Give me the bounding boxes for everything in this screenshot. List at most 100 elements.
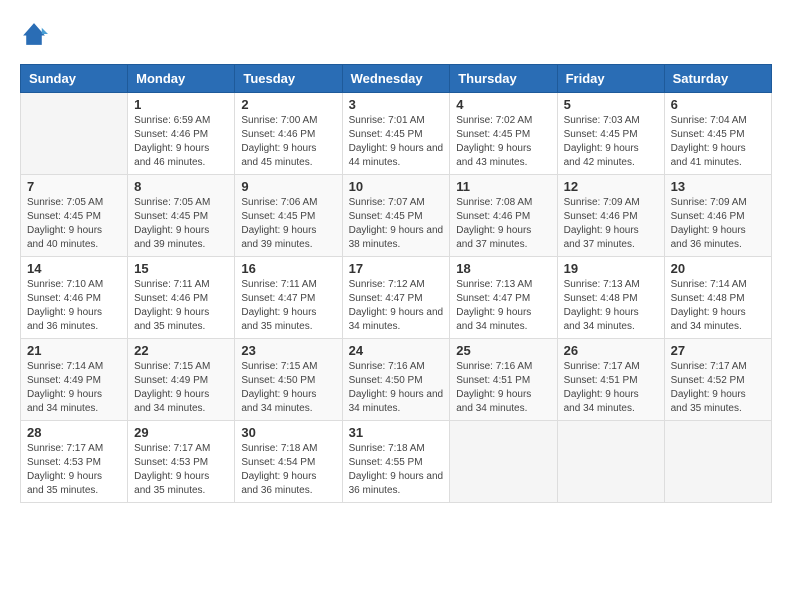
day-info: Sunrise: 7:10 AMSunset: 4:46 PMDaylight:… [27, 278, 121, 334]
day-number: 18 [456, 261, 550, 276]
calendar-week-row: 14 Sunrise: 7:10 AMSunset: 4:46 PMDayligh… [21, 257, 772, 339]
day-number: 21 [27, 343, 121, 358]
calendar-cell: 19 Sunrise: 7:13 AMSunset: 4:48 PMDayligh… [557, 257, 664, 339]
day-header-thursday: Thursday [450, 65, 557, 93]
calendar-cell: 20 Sunrise: 7:14 AMSunset: 4:48 PMDayligh… [664, 257, 771, 339]
day-info: Sunrise: 7:18 AMSunset: 4:54 PMDaylight:… [241, 442, 335, 498]
day-info: Sunrise: 7:05 AMSunset: 4:45 PMDaylight:… [27, 196, 121, 252]
day-number: 23 [241, 343, 335, 358]
day-number: 8 [134, 179, 228, 194]
calendar-cell: 17Sunrise: 7:12 AMSunset: 4:47 PMDayligh… [342, 257, 450, 339]
day-number: 11 [456, 179, 550, 194]
calendar-cell: 3Sunrise: 7:01 AMSunset: 4:45 PMDaylight… [342, 93, 450, 175]
day-number: 27 [671, 343, 765, 358]
day-number: 29 [134, 425, 228, 440]
logo [20, 20, 52, 48]
day-info: Sunrise: 7:01 AMSunset: 4:45 PMDaylight:… [349, 114, 444, 170]
day-info: Sunrise: 7:16 AMSunset: 4:50 PMDaylight:… [349, 360, 444, 416]
calendar-cell [557, 421, 664, 503]
day-info: Sunrise: 7:11 AMSunset: 4:46 PMDaylight:… [134, 278, 228, 334]
day-info: Sunrise: 7:09 AMSunset: 4:46 PMDaylight:… [564, 196, 658, 252]
day-info: Sunrise: 7:03 AMSunset: 4:45 PMDaylight:… [564, 114, 658, 170]
day-number: 28 [27, 425, 121, 440]
day-number: 6 [671, 97, 765, 112]
day-info: Sunrise: 7:15 AMSunset: 4:50 PMDaylight:… [241, 360, 335, 416]
day-info: Sunrise: 7:17 AMSunset: 4:52 PMDaylight:… [671, 360, 765, 416]
day-header-tuesday: Tuesday [235, 65, 342, 93]
calendar-cell: 4 Sunrise: 7:02 AMSunset: 4:45 PMDaylight… [450, 93, 557, 175]
calendar-cell: 7 Sunrise: 7:05 AMSunset: 4:45 PMDaylight… [21, 175, 128, 257]
calendar-cell: 8 Sunrise: 7:05 AMSunset: 4:45 PMDaylight… [128, 175, 235, 257]
day-header-sunday: Sunday [21, 65, 128, 93]
day-number: 25 [456, 343, 550, 358]
calendar-cell: 21Sunrise: 7:14 AMSunset: 4:49 PMDayligh… [21, 339, 128, 421]
day-info: Sunrise: 7:08 AMSunset: 4:46 PMDaylight:… [456, 196, 550, 252]
day-info: Sunrise: 7:15 AMSunset: 4:49 PMDaylight:… [134, 360, 228, 416]
day-number: 19 [564, 261, 658, 276]
day-info: Sunrise: 7:09 AMSunset: 4:46 PMDaylight:… [671, 196, 765, 252]
calendar-table: SundayMondayTuesdayWednesdayThursdayFrid… [20, 64, 772, 503]
day-number: 16 [241, 261, 335, 276]
day-info: Sunrise: 7:00 AMSunset: 4:46 PMDaylight:… [241, 114, 335, 170]
calendar-cell: 30 Sunrise: 7:18 AMSunset: 4:54 PMDayligh… [235, 421, 342, 503]
day-number: 22 [134, 343, 228, 358]
calendar-cell: 9 Sunrise: 7:06 AMSunset: 4:45 PMDaylight… [235, 175, 342, 257]
calendar-week-row: 28 Sunrise: 7:17 AMSunset: 4:53 PMDayligh… [21, 421, 772, 503]
day-number: 20 [671, 261, 765, 276]
calendar-cell: 6 Sunrise: 7:04 AMSunset: 4:45 PMDaylight… [664, 93, 771, 175]
calendar-cell [450, 421, 557, 503]
calendar-cell: 10Sunrise: 7:07 AMSunset: 4:45 PMDayligh… [342, 175, 450, 257]
calendar-cell: 13Sunrise: 7:09 AMSunset: 4:46 PMDayligh… [664, 175, 771, 257]
day-info: Sunrise: 7:17 AMSunset: 4:53 PMDaylight:… [134, 442, 228, 498]
day-number: 4 [456, 97, 550, 112]
calendar-cell: 15Sunrise: 7:11 AMSunset: 4:46 PMDayligh… [128, 257, 235, 339]
calendar-cell: 5 Sunrise: 7:03 AMSunset: 4:45 PMDaylight… [557, 93, 664, 175]
day-header-wednesday: Wednesday [342, 65, 450, 93]
day-info: Sunrise: 7:18 AMSunset: 4:55 PMDaylight:… [349, 442, 444, 498]
calendar-cell: 1 Sunrise: 6:59 AMSunset: 4:46 PMDaylight… [128, 93, 235, 175]
calendar-cell: 28 Sunrise: 7:17 AMSunset: 4:53 PMDayligh… [21, 421, 128, 503]
calendar-cell: 12 Sunrise: 7:09 AMSunset: 4:46 PMDayligh… [557, 175, 664, 257]
day-number: 14 [27, 261, 121, 276]
calendar-week-row: 7 Sunrise: 7:05 AMSunset: 4:45 PMDaylight… [21, 175, 772, 257]
calendar-header-row: SundayMondayTuesdayWednesdayThursdayFrid… [21, 65, 772, 93]
logo-icon [20, 20, 48, 48]
calendar-cell: 22 Sunrise: 7:15 AMSunset: 4:49 PMDayligh… [128, 339, 235, 421]
day-number: 30 [241, 425, 335, 440]
day-header-monday: Monday [128, 65, 235, 93]
calendar-cell [664, 421, 771, 503]
day-number: 7 [27, 179, 121, 194]
day-number: 24 [349, 343, 444, 358]
day-number: 31 [349, 425, 444, 440]
day-number: 12 [564, 179, 658, 194]
day-info: Sunrise: 6:59 AMSunset: 4:46 PMDaylight:… [134, 114, 228, 170]
day-info: Sunrise: 7:05 AMSunset: 4:45 PMDaylight:… [134, 196, 228, 252]
day-info: Sunrise: 7:06 AMSunset: 4:45 PMDaylight:… [241, 196, 335, 252]
page-header [20, 20, 772, 48]
day-info: Sunrise: 7:04 AMSunset: 4:45 PMDaylight:… [671, 114, 765, 170]
calendar-cell: 18 Sunrise: 7:13 AMSunset: 4:47 PMDayligh… [450, 257, 557, 339]
day-info: Sunrise: 7:14 AMSunset: 4:48 PMDaylight:… [671, 278, 765, 334]
calendar-cell: 29 Sunrise: 7:17 AMSunset: 4:53 PMDayligh… [128, 421, 235, 503]
day-number: 2 [241, 97, 335, 112]
day-number: 1 [134, 97, 228, 112]
calendar-cell: 24 Sunrise: 7:16 AMSunset: 4:50 PMDayligh… [342, 339, 450, 421]
day-info: Sunrise: 7:17 AMSunset: 4:53 PMDaylight:… [27, 442, 121, 498]
calendar-week-row: 21Sunrise: 7:14 AMSunset: 4:49 PMDayligh… [21, 339, 772, 421]
day-number: 5 [564, 97, 658, 112]
day-number: 17 [349, 261, 444, 276]
day-header-friday: Friday [557, 65, 664, 93]
day-info: Sunrise: 7:13 AMSunset: 4:47 PMDaylight:… [456, 278, 550, 334]
calendar-cell: 23 Sunrise: 7:15 AMSunset: 4:50 PMDayligh… [235, 339, 342, 421]
calendar-cell: 31 Sunrise: 7:18 AMSunset: 4:55 PMDayligh… [342, 421, 450, 503]
day-number: 9 [241, 179, 335, 194]
calendar-cell: 16Sunrise: 7:11 AMSunset: 4:47 PMDayligh… [235, 257, 342, 339]
calendar-week-row: 1 Sunrise: 6:59 AMSunset: 4:46 PMDaylight… [21, 93, 772, 175]
calendar-cell: 26 Sunrise: 7:17 AMSunset: 4:51 PMDayligh… [557, 339, 664, 421]
day-number: 26 [564, 343, 658, 358]
day-header-saturday: Saturday [664, 65, 771, 93]
day-info: Sunrise: 7:13 AMSunset: 4:48 PMDaylight:… [564, 278, 658, 334]
day-info: Sunrise: 7:02 AMSunset: 4:45 PMDaylight:… [456, 114, 550, 170]
calendar-cell: 2 Sunrise: 7:00 AMSunset: 4:46 PMDaylight… [235, 93, 342, 175]
day-info: Sunrise: 7:17 AMSunset: 4:51 PMDaylight:… [564, 360, 658, 416]
